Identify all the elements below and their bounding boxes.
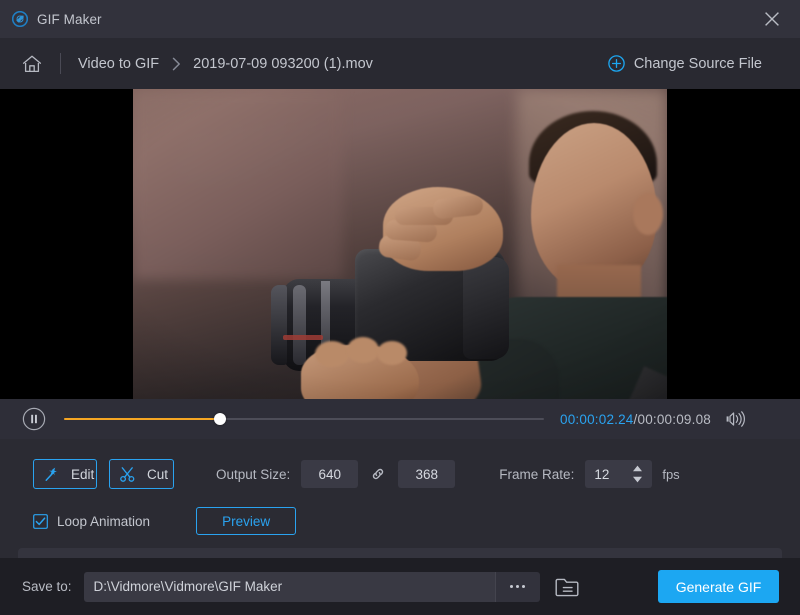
scissors-icon bbox=[119, 466, 136, 483]
dot-one bbox=[510, 585, 513, 588]
gif-maker-window: GIF Maker Video to GIF 2019-07-09 093200 bbox=[0, 0, 800, 615]
save-path-input[interactable] bbox=[84, 572, 495, 602]
close-button[interactable] bbox=[744, 0, 800, 38]
folder-icon[interactable] bbox=[554, 576, 580, 598]
window-title: GIF Maker bbox=[37, 12, 102, 27]
gif-maker-logo-icon bbox=[12, 11, 28, 27]
cut-button[interactable]: Cut bbox=[109, 459, 174, 489]
frame-rate-unit: fps bbox=[662, 467, 679, 482]
generate-gif-button[interactable]: Generate GIF bbox=[658, 570, 779, 603]
pause-icon[interactable] bbox=[22, 407, 46, 431]
breadcrumb-file-name: 2019-07-09 093200 (1).mov bbox=[193, 56, 373, 72]
close-icon bbox=[763, 10, 781, 28]
volume-icon[interactable] bbox=[725, 410, 747, 428]
settings-row-secondary: Loop Animation Preview bbox=[33, 507, 296, 535]
magic-wand-icon bbox=[43, 466, 60, 483]
change-source-file-button[interactable]: Change Source File bbox=[608, 55, 762, 72]
player-control-bar: 00:00:02.24/00:00:09.08 bbox=[0, 399, 800, 439]
frame-rate-label: Frame Rate: bbox=[499, 467, 574, 482]
total-time: 00:00:09.08 bbox=[637, 412, 711, 427]
loop-animation-checkbox[interactable]: Loop Animation bbox=[33, 514, 150, 529]
dot-two bbox=[516, 585, 519, 588]
edit-button-label: Edit bbox=[71, 467, 94, 482]
output-size-label: Output Size: bbox=[216, 467, 290, 482]
chevron-right-icon bbox=[172, 57, 181, 71]
video-frame bbox=[133, 89, 667, 399]
preview-button[interactable]: Preview bbox=[196, 507, 296, 535]
edit-button[interactable]: Edit bbox=[33, 459, 97, 489]
checkbox-checked-icon bbox=[33, 514, 48, 529]
video-vignette bbox=[133, 89, 667, 399]
plus-circle-icon bbox=[608, 55, 625, 72]
settings-panel: Edit Cut Output Size: bbox=[0, 439, 800, 548]
current-time: 00:00:02.24 bbox=[560, 412, 634, 427]
loop-animation-label: Loop Animation bbox=[57, 514, 150, 529]
dot-three bbox=[522, 585, 525, 588]
chain-link-icon[interactable] bbox=[370, 466, 386, 482]
breadcrumb-divider bbox=[60, 53, 61, 74]
cut-button-label: Cut bbox=[147, 467, 168, 482]
seek-slider[interactable] bbox=[64, 412, 544, 426]
frame-rate-stepper[interactable] bbox=[585, 460, 652, 488]
spinner-arrows-icon[interactable] bbox=[632, 464, 643, 484]
seek-progress-fill bbox=[64, 418, 220, 420]
output-height-input[interactable] bbox=[398, 460, 455, 488]
video-preview-stage[interactable] bbox=[0, 89, 800, 399]
change-source-file-label: Change Source File bbox=[634, 56, 762, 72]
footer-bar: Save to: Generate GIF bbox=[0, 558, 800, 615]
seek-handle[interactable] bbox=[214, 413, 226, 425]
browse-button[interactable] bbox=[495, 572, 540, 602]
settings-row-primary: Edit Cut Output Size: bbox=[33, 459, 680, 489]
title-bar: GIF Maker bbox=[0, 0, 800, 38]
save-to-label: Save to: bbox=[22, 579, 72, 594]
output-width-input[interactable] bbox=[301, 460, 358, 488]
save-path-group bbox=[84, 572, 540, 602]
breadcrumb-section[interactable]: Video to GIF bbox=[78, 56, 159, 72]
time-display: 00:00:02.24/00:00:09.08 bbox=[560, 412, 711, 427]
home-icon[interactable] bbox=[21, 53, 43, 75]
breadcrumb-bar: Video to GIF 2019-07-09 093200 (1).mov C… bbox=[0, 38, 800, 89]
